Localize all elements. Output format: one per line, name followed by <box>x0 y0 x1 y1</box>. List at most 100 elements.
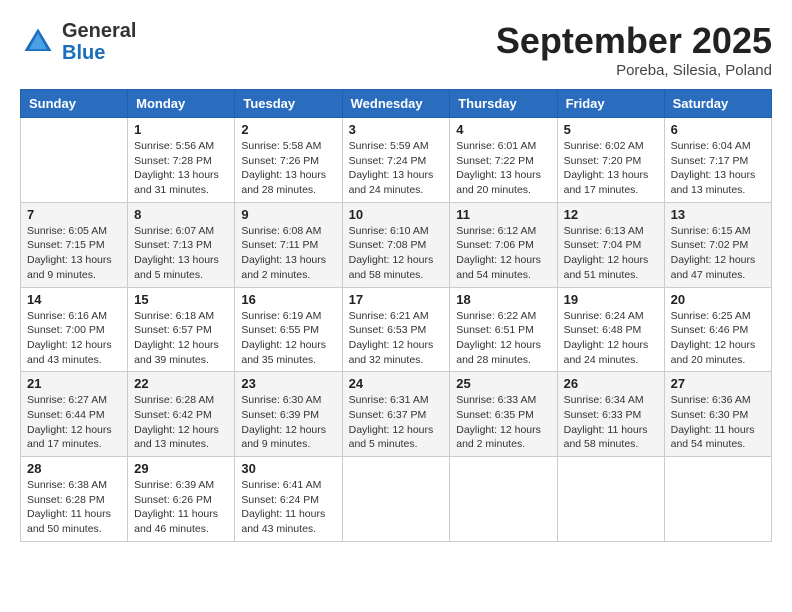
weekday-header-thursday: Thursday <box>450 90 557 118</box>
day-info: Sunrise: 6:24 AM Sunset: 6:48 PM Dayligh… <box>564 309 658 368</box>
day-cell <box>450 457 557 542</box>
day-number: 20 <box>671 292 765 307</box>
day-number: 25 <box>456 376 550 391</box>
day-info: Sunrise: 6:22 AM Sunset: 6:51 PM Dayligh… <box>456 309 550 368</box>
day-info: Sunrise: 6:10 AM Sunset: 7:08 PM Dayligh… <box>349 224 444 283</box>
day-number: 28 <box>27 461 121 476</box>
day-info: Sunrise: 6:30 AM Sunset: 6:39 PM Dayligh… <box>241 393 335 452</box>
day-info: Sunrise: 6:01 AM Sunset: 7:22 PM Dayligh… <box>456 139 550 198</box>
page-header: General Blue September 2025 Poreba, Sile… <box>20 20 772 79</box>
week-row-4: 21 Sunrise: 6:27 AM Sunset: 6:44 PM Dayli… <box>21 372 772 457</box>
day-number: 19 <box>564 292 658 307</box>
day-number: 11 <box>456 207 550 222</box>
day-cell: 29Sunrise: 6:39 AM Sunset: 6:26 PM Dayli… <box>128 457 235 542</box>
day-cell: 28 Sunrise: 6:38 AM Sunset: 6:28 PM Dayli… <box>21 457 128 542</box>
weekday-header-saturday: Saturday <box>664 90 771 118</box>
day-info: Sunrise: 6:04 AM Sunset: 7:17 PM Dayligh… <box>671 139 765 198</box>
day-info: Sunrise: 6:38 AM Sunset: 6:28 PM Dayligh… <box>27 478 121 537</box>
day-cell: 20Sunrise: 6:25 AM Sunset: 6:46 PM Dayli… <box>664 287 771 372</box>
month-title: September 2025 <box>496 20 772 62</box>
week-row-3: 14 Sunrise: 6:16 AM Sunset: 7:00 PM Dayli… <box>21 287 772 372</box>
day-number: 1 <box>134 122 228 137</box>
day-cell: 12 Sunrise: 6:13 AM Sunset: 7:04 PM Dayli… <box>557 202 664 287</box>
day-cell: 4 Sunrise: 6:01 AM Sunset: 7:22 PM Daylig… <box>450 118 557 203</box>
day-number: 21 <box>27 376 121 391</box>
day-cell: 2Sunrise: 5:58 AM Sunset: 7:26 PM Daylig… <box>235 118 342 203</box>
day-info: Sunrise: 5:59 AM Sunset: 7:24 PM Dayligh… <box>349 139 444 198</box>
day-number: 18 <box>456 292 550 307</box>
day-cell <box>557 457 664 542</box>
day-number: 14 <box>27 292 121 307</box>
day-info: Sunrise: 6:28 AM Sunset: 6:42 PM Dayligh… <box>134 393 228 452</box>
calendar-table: SundayMondayTuesdayWednesdayThursdayFrid… <box>20 89 772 542</box>
day-number: 24 <box>349 376 444 391</box>
day-cell <box>21 118 128 203</box>
day-number: 8 <box>134 207 228 222</box>
title-block: September 2025 Poreba, Silesia, Poland <box>496 20 772 79</box>
day-cell: 15Sunrise: 6:18 AM Sunset: 6:57 PM Dayli… <box>128 287 235 372</box>
day-number: 9 <box>241 207 335 222</box>
day-info: Sunrise: 6:31 AM Sunset: 6:37 PM Dayligh… <box>349 393 444 452</box>
day-cell: 9 Sunrise: 6:08 AM Sunset: 7:11 PM Daylig… <box>235 202 342 287</box>
day-info: Sunrise: 6:34 AM Sunset: 6:33 PM Dayligh… <box>564 393 658 452</box>
day-number: 30 <box>241 461 335 476</box>
day-info: Sunrise: 6:33 AM Sunset: 6:35 PM Dayligh… <box>456 393 550 452</box>
day-cell: 6 Sunrise: 6:04 AM Sunset: 7:17 PM Daylig… <box>664 118 771 203</box>
day-cell: 25 Sunrise: 6:33 AM Sunset: 6:35 PM Dayli… <box>450 372 557 457</box>
day-cell: 11Sunrise: 6:12 AM Sunset: 7:06 PM Dayli… <box>450 202 557 287</box>
day-info: Sunrise: 6:19 AM Sunset: 6:55 PM Dayligh… <box>241 309 335 368</box>
weekday-header-monday: Monday <box>128 90 235 118</box>
day-number: 16 <box>241 292 335 307</box>
logo-icon <box>20 24 56 60</box>
week-row-5: 28 Sunrise: 6:38 AM Sunset: 6:28 PM Dayli… <box>21 457 772 542</box>
day-cell: 24 Sunrise: 6:31 AM Sunset: 6:37 PM Dayli… <box>342 372 450 457</box>
day-cell: 26 Sunrise: 6:34 AM Sunset: 6:33 PM Dayli… <box>557 372 664 457</box>
weekday-header-tuesday: Tuesday <box>235 90 342 118</box>
day-number: 10 <box>349 207 444 222</box>
day-cell: 17Sunrise: 6:21 AM Sunset: 6:53 PM Dayli… <box>342 287 450 372</box>
day-number: 7 <box>27 207 121 222</box>
day-info: Sunrise: 6:16 AM Sunset: 7:00 PM Dayligh… <box>27 309 121 368</box>
day-cell: 13Sunrise: 6:15 AM Sunset: 7:02 PM Dayli… <box>664 202 771 287</box>
day-cell: 16 Sunrise: 6:19 AM Sunset: 6:55 PM Dayli… <box>235 287 342 372</box>
day-number: 15 <box>134 292 228 307</box>
day-number: 23 <box>241 376 335 391</box>
day-info: Sunrise: 6:07 AM Sunset: 7:13 PM Dayligh… <box>134 224 228 283</box>
day-number: 26 <box>564 376 658 391</box>
day-cell: 3 Sunrise: 5:59 AM Sunset: 7:24 PM Daylig… <box>342 118 450 203</box>
location: Poreba, Silesia, Poland <box>496 62 772 79</box>
weekday-header-friday: Friday <box>557 90 664 118</box>
logo-general: General <box>62 20 136 42</box>
day-number: 3 <box>349 122 444 137</box>
day-cell: 5Sunrise: 6:02 AM Sunset: 7:20 PM Daylig… <box>557 118 664 203</box>
day-cell <box>342 457 450 542</box>
day-info: Sunrise: 6:15 AM Sunset: 7:02 PM Dayligh… <box>671 224 765 283</box>
day-number: 12 <box>564 207 658 222</box>
day-cell: 1 Sunrise: 5:56 AM Sunset: 7:28 PM Daylig… <box>128 118 235 203</box>
day-cell: 23 Sunrise: 6:30 AM Sunset: 6:39 PM Dayli… <box>235 372 342 457</box>
logo-blue: Blue <box>62 42 105 64</box>
day-cell <box>664 457 771 542</box>
day-cell: 21 Sunrise: 6:27 AM Sunset: 6:44 PM Dayli… <box>21 372 128 457</box>
day-number: 4 <box>456 122 550 137</box>
day-number: 6 <box>671 122 765 137</box>
day-info: Sunrise: 6:05 AM Sunset: 7:15 PM Dayligh… <box>27 224 121 283</box>
day-info: Sunrise: 5:56 AM Sunset: 7:28 PM Dayligh… <box>134 139 228 198</box>
day-info: Sunrise: 6:13 AM Sunset: 7:04 PM Dayligh… <box>564 224 658 283</box>
weekday-header-wednesday: Wednesday <box>342 90 450 118</box>
day-cell: 27Sunrise: 6:36 AM Sunset: 6:30 PM Dayli… <box>664 372 771 457</box>
day-cell: 19 Sunrise: 6:24 AM Sunset: 6:48 PM Dayli… <box>557 287 664 372</box>
day-number: 5 <box>564 122 658 137</box>
day-info: Sunrise: 6:27 AM Sunset: 6:44 PM Dayligh… <box>27 393 121 452</box>
logo-text: General Blue <box>62 20 136 64</box>
day-number: 2 <box>241 122 335 137</box>
logo: General Blue <box>20 20 136 64</box>
day-cell: 22Sunrise: 6:28 AM Sunset: 6:42 PM Dayli… <box>128 372 235 457</box>
weekday-header-row: SundayMondayTuesdayWednesdayThursdayFrid… <box>21 90 772 118</box>
day-info: Sunrise: 6:21 AM Sunset: 6:53 PM Dayligh… <box>349 309 444 368</box>
weekday-header-sunday: Sunday <box>21 90 128 118</box>
week-row-1: 1 Sunrise: 5:56 AM Sunset: 7:28 PM Daylig… <box>21 118 772 203</box>
day-info: Sunrise: 6:08 AM Sunset: 7:11 PM Dayligh… <box>241 224 335 283</box>
week-row-2: 7 Sunrise: 6:05 AM Sunset: 7:15 PM Daylig… <box>21 202 772 287</box>
day-number: 29 <box>134 461 228 476</box>
